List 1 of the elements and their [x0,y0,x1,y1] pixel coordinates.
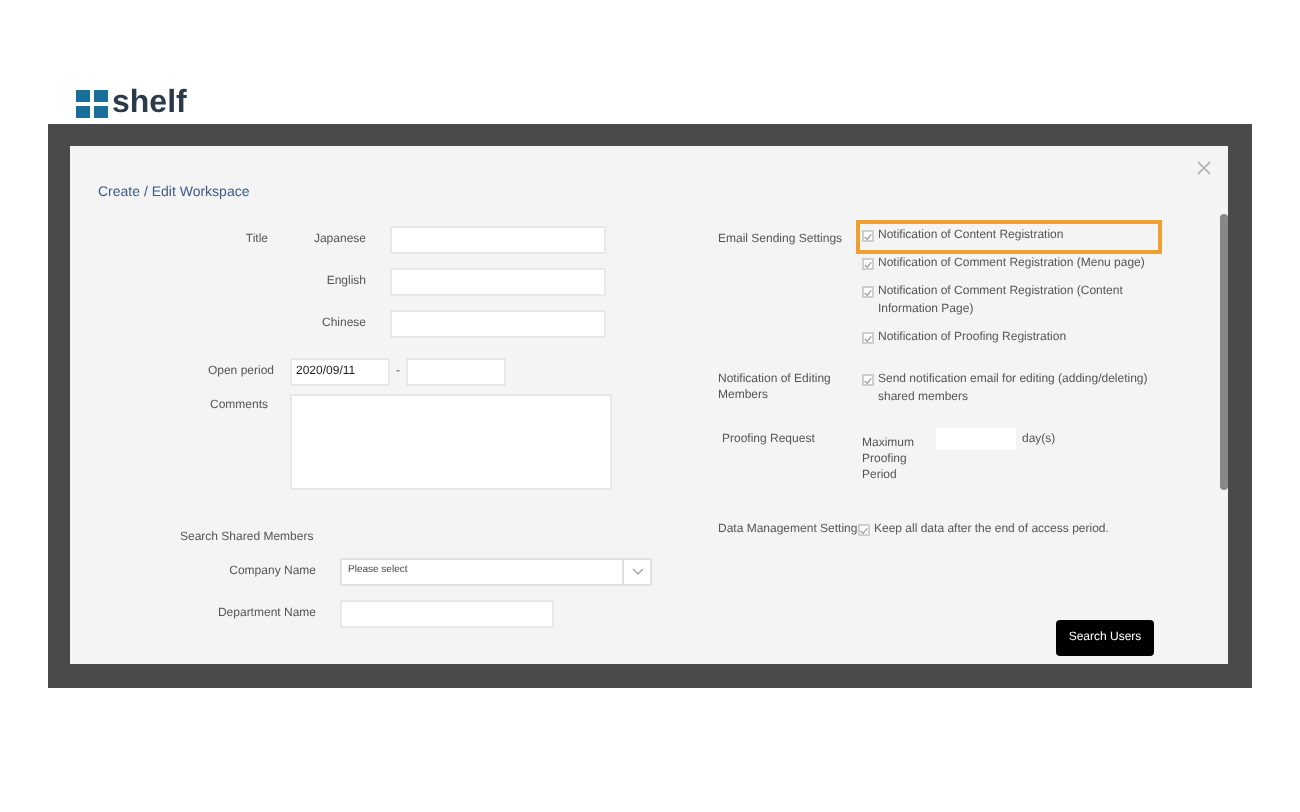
logo: shelf [76,88,187,120]
